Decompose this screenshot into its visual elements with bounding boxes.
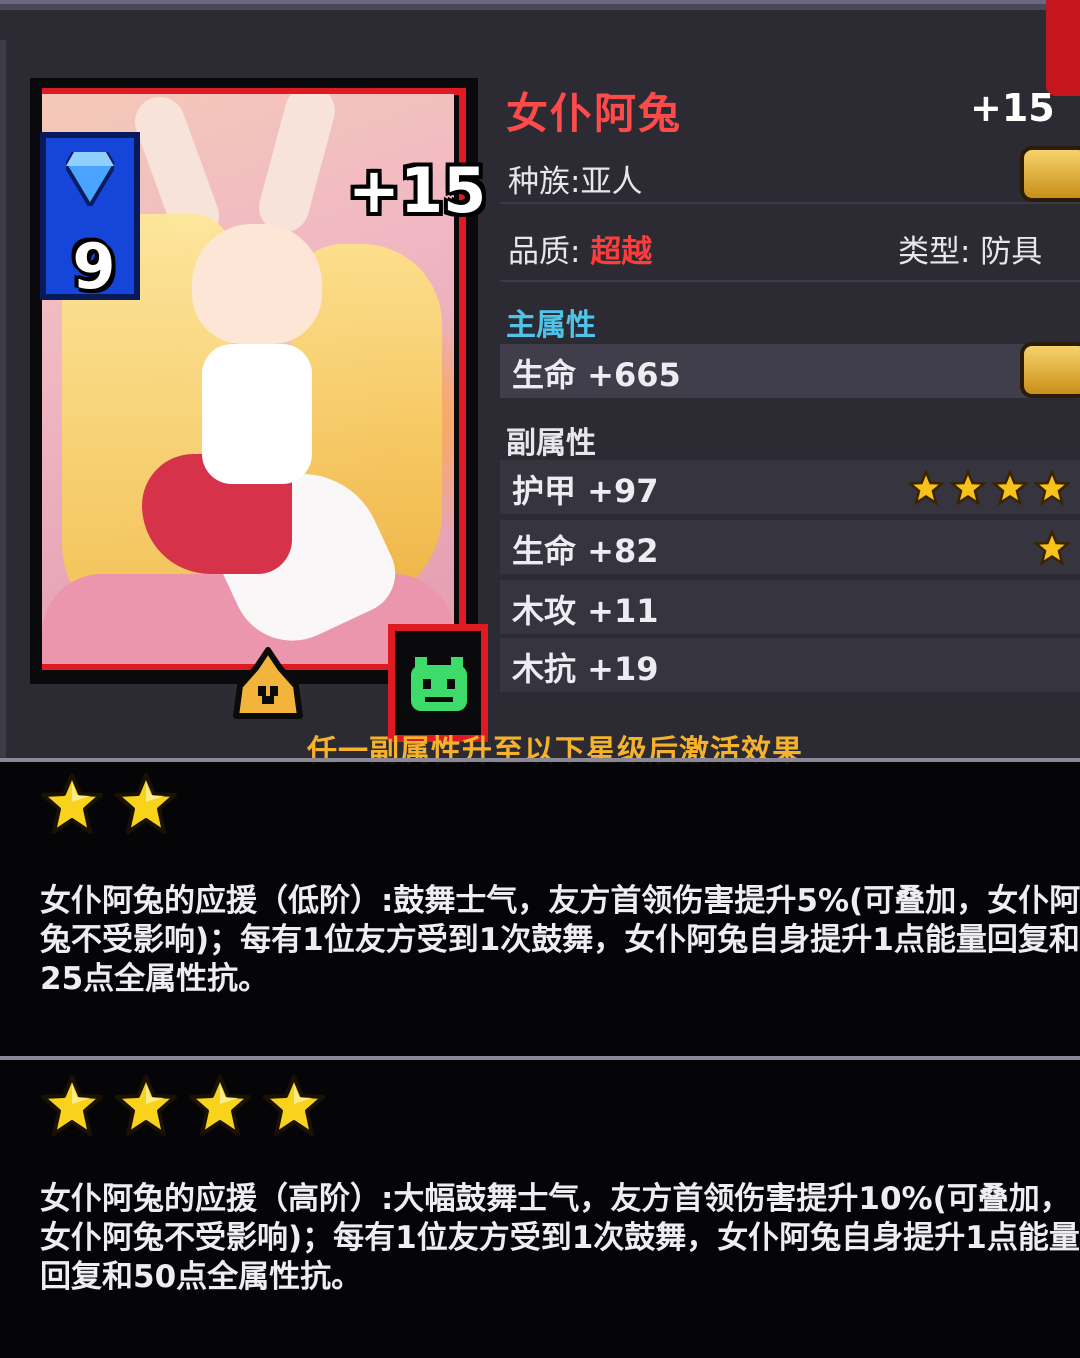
item-detail-panel: +15 9 女仆阿兔 +15 种族:亚人 品质: 超越 类型: 防具 主属性 生… [0,0,1080,769]
star-icon [908,470,944,506]
lock-icon[interactable] [228,646,308,722]
sub-attr-row-3: 木攻 +11 [500,580,1080,634]
star-icon [115,1075,177,1136]
sub-attr-stat: 木抗 +19 [512,650,659,688]
main-attr-stat: 生命 +665 [512,356,681,394]
star-icon [41,773,103,834]
item-enhance-level: +15 [970,86,1055,130]
sub-attr-row-4: 木抗 +19 [500,638,1080,692]
card-level-flag: 9 [40,132,140,303]
star-icon [1034,530,1070,566]
effect-description-low: 女仆阿兔的应援（低阶）:鼓舞士气，友方首领伤害提升5%(可叠加，女仆阿兔不受影响… [40,883,1080,997]
card-level-number: 9 [72,230,116,303]
effect-stars-low [40,772,178,836]
race-label: 种族:亚人 [508,164,643,200]
card-enhance-level: +15 [348,154,487,227]
star-icon [189,1075,251,1136]
sub-attr-stat: 生命 +82 [512,532,659,570]
quality-value: 超越 [590,234,653,270]
star-icon [263,1075,325,1136]
sub-attr-stars [908,470,1070,506]
sub-attr-row-1: 护甲 +97 [500,460,1080,514]
main-attr-heading: 主属性 [506,308,596,343]
sub-attr-stat: 护甲 +97 [512,472,659,510]
art-dress [202,344,312,484]
quality-label: 品质: 超越 [508,226,652,271]
sub-attr-stat: 木攻 +11 [512,592,659,630]
star-icon [41,1075,103,1136]
race-row: 种族:亚人 [500,146,1080,204]
effect-panel-high: 女仆阿兔的应援（高阶）:大幅鼓舞士气，友方首领伤害提升10%(可叠加，女仆阿兔不… [0,1056,1080,1358]
art-ear-right [253,94,341,238]
star-icon [1034,470,1070,506]
item-name: 女仆阿兔 [506,89,683,138]
main-attr-row: 生命 +665 [500,344,1080,398]
wood-element-icon [411,657,467,711]
star-icon [115,773,177,834]
gold-button-top[interactable] [1020,146,1080,202]
effect-stars-high [40,1074,326,1138]
star-icon [950,470,986,506]
sub-attr-heading: 副属性 [506,426,596,461]
panel-edge [0,40,6,760]
sub-attr-stars [1034,530,1070,566]
gem-icon [66,152,114,206]
quality-row: 品质: 超越 类型: 防具 [500,216,1080,282]
gold-button-main[interactable] [1020,342,1080,398]
element-badge [388,624,488,742]
effect-panel-low: 女仆阿兔的应援（低阶）:鼓舞士气，友方首领伤害提升5%(可叠加，女仆阿兔不受影响… [0,758,1080,1056]
item-card[interactable]: +15 9 [18,68,488,742]
sub-attr-row-2: 生命 +82 [500,520,1080,574]
star-icon [992,470,1028,506]
close-tab[interactable] [1046,0,1080,96]
type-label: 类型: 防具 [898,234,1043,270]
art-face [192,224,322,344]
effect-description-high: 女仆阿兔的应援（高阶）:大幅鼓舞士气，友方首领伤害提升10%(可叠加，女仆阿兔不… [40,1181,1080,1295]
quality-label-text: 品质: [508,234,581,270]
